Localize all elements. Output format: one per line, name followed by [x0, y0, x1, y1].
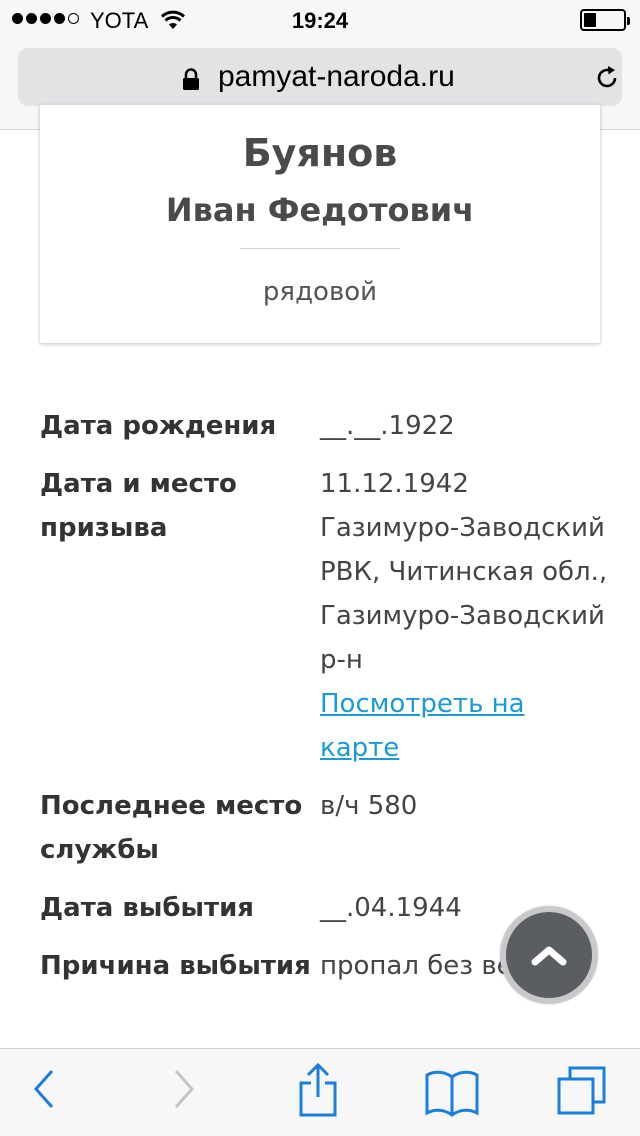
- detail-value: в/ч 580: [320, 791, 418, 821]
- bookmarks-icon[interactable]: [424, 1069, 480, 1121]
- detail-value-block: 11.12.1942 Газимуро-Заводский РВК, Читин…: [320, 462, 610, 770]
- detail-label: Дата и место призыва: [40, 469, 237, 543]
- detail-label: Причина выбытия: [40, 951, 311, 981]
- scroll-to-top-button[interactable]: [500, 906, 598, 1004]
- forward-icon[interactable]: [172, 1067, 196, 1115]
- detail-label: Последнее место службы: [40, 791, 303, 865]
- detail-label: Дата выбытия: [40, 893, 254, 923]
- share-icon[interactable]: [298, 1062, 338, 1121]
- back-icon[interactable]: [32, 1067, 56, 1115]
- url-text[interactable]: pamyat-naroda.ru: [218, 60, 455, 94]
- card-divider: [240, 248, 400, 249]
- battery-icon: [580, 9, 630, 31]
- address-bar[interactable]: pamyat-naroda.ru: [18, 48, 622, 106]
- reload-icon[interactable]: [593, 64, 621, 92]
- clock: 19:24: [291, 8, 349, 33]
- tabs-icon[interactable]: [556, 1065, 608, 1121]
- detail-value: __.__.1922: [320, 411, 455, 441]
- detail-row-last-service: Последнее место службы в/ч 580: [40, 784, 610, 872]
- person-rank: рядовой: [262, 277, 378, 307]
- view-on-map-link[interactable]: Посмотреть на карте: [320, 682, 610, 770]
- detail-label: Дата рождения: [40, 411, 277, 441]
- detail-value: 11.12.1942 Газимуро-Заводский РВК, Читин…: [320, 469, 608, 675]
- person-card: Буянов Иван Федотович рядовой: [40, 105, 600, 343]
- detail-row-conscription: Дата и место призыва 11.12.1942 Газимуро…: [40, 462, 610, 770]
- person-given-name: Иван Федотович: [165, 191, 475, 229]
- lock-icon: [182, 68, 200, 90]
- status-bar: YOTA 19:24: [0, 0, 640, 40]
- detail-row-birth-date: Дата рождения __.__.1922: [40, 404, 610, 448]
- person-surname: Буянов: [242, 131, 398, 175]
- browser-toolbar: [0, 1048, 640, 1136]
